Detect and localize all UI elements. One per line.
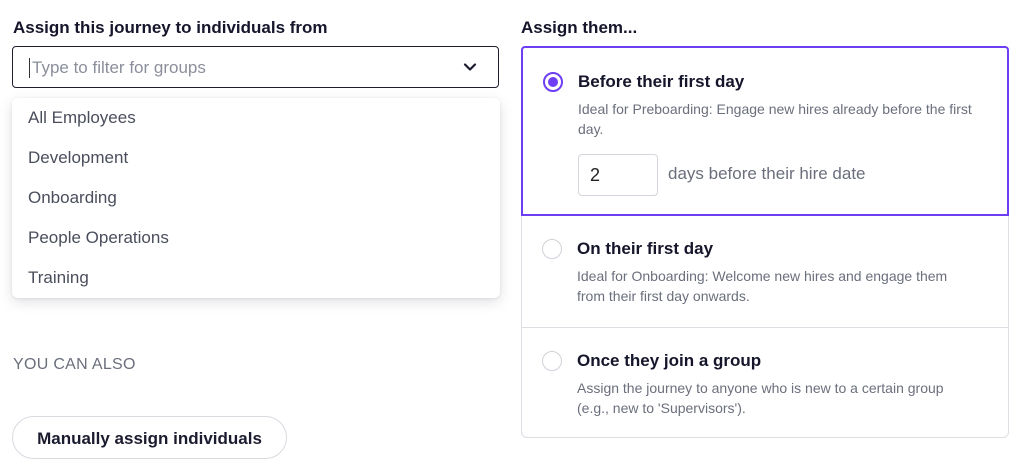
group-option-training[interactable]: Training <box>28 258 488 298</box>
days-before-label: days before their hire date <box>668 164 866 183</box>
option-before-first-day[interactable]: Before their first day Ideal for Preboar… <box>521 46 1009 216</box>
you-can-also-heading: YOU CAN ALSO <box>13 356 136 373</box>
option-join-group[interactable]: Once they join a group Assign the journe… <box>522 328 1008 438</box>
radio-on-first-day[interactable] <box>542 239 562 259</box>
text-cursor <box>29 58 30 78</box>
option-description: Ideal for Onboarding: Welcome new hires … <box>577 268 948 304</box>
group-filter-input[interactable] <box>30 47 454 89</box>
group-filter-combobox[interactable] <box>12 46 499 89</box>
assign-timing-options: Before their first day Ideal for Preboar… <box>521 46 1009 438</box>
option-title: Before their first day <box>578 72 745 91</box>
option-on-first-day[interactable]: On their first day Ideal for Onboarding:… <box>522 215 1008 328</box>
option-title: Once they join a group <box>577 351 762 370</box>
assign-them-label: Assign them... <box>521 18 638 37</box>
option-description: Assign the journey to anyone who is new … <box>577 380 944 416</box>
group-dropdown-list: All Employees Development Onboarding Peo… <box>12 98 500 298</box>
days-before-input[interactable] <box>578 154 658 196</box>
option-description: Ideal for Preboarding: Engage new hires … <box>578 101 972 137</box>
group-option-development[interactable]: Development <box>28 138 488 178</box>
chevron-down-icon[interactable] <box>462 59 478 75</box>
group-option-all-employees[interactable]: All Employees <box>28 98 488 138</box>
group-option-people-operations[interactable]: People Operations <box>28 218 488 258</box>
option-title: On their first day <box>577 239 714 258</box>
manually-assign-button[interactable]: Manually assign individuals <box>12 416 287 459</box>
radio-before-first-day[interactable] <box>543 72 563 92</box>
radio-join-group[interactable] <box>542 351 562 371</box>
group-filter-label: Assign this journey to individuals from <box>13 18 328 37</box>
group-option-onboarding[interactable]: Onboarding <box>28 178 488 218</box>
